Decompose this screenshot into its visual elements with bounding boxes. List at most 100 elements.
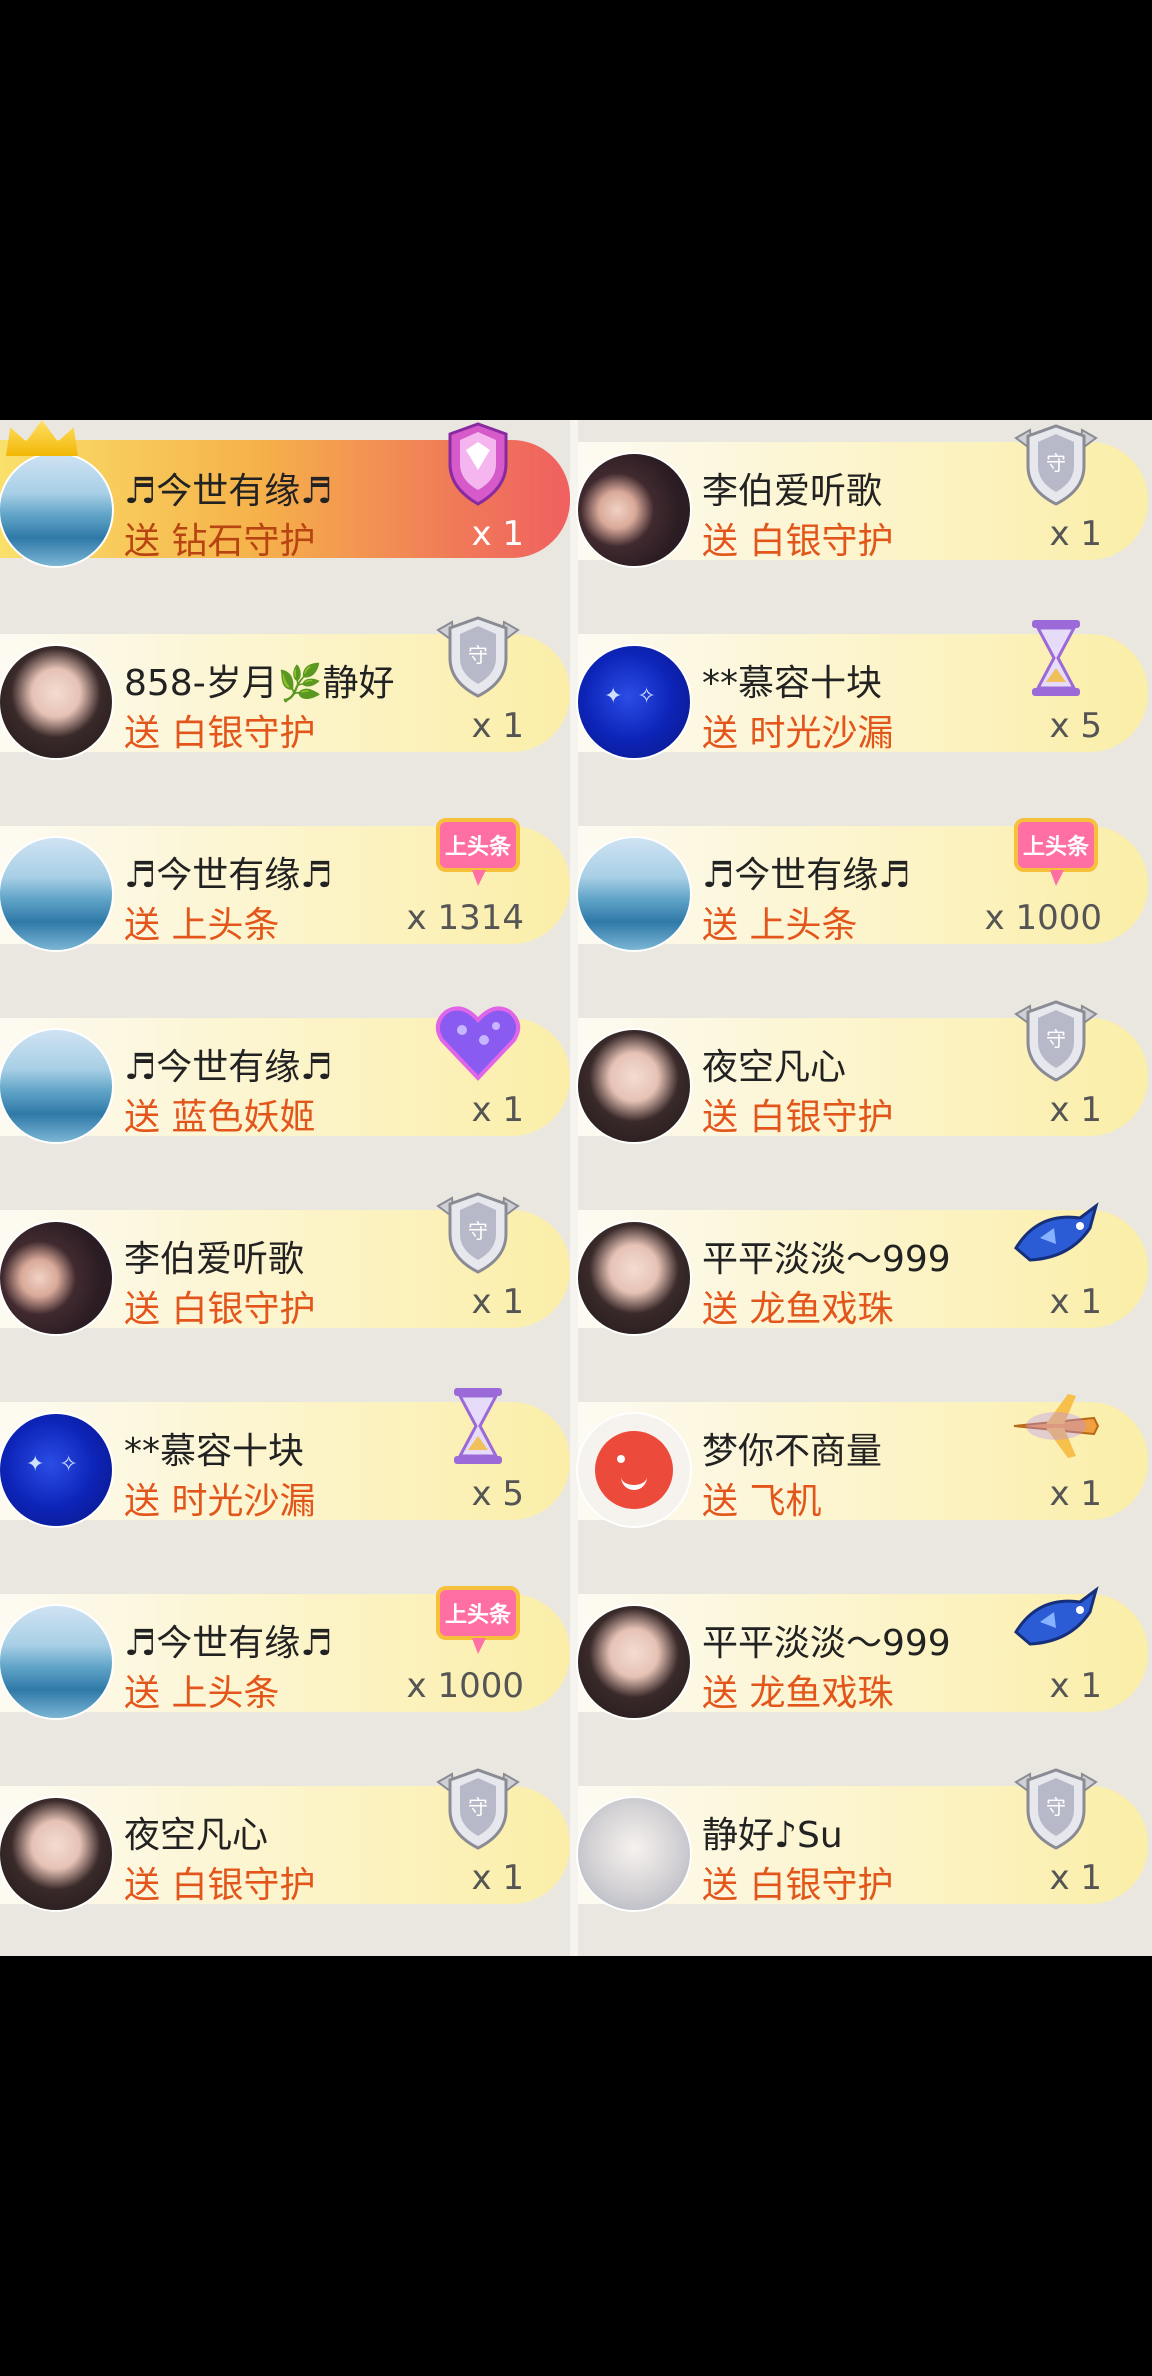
gift-count: x 5 [471,1474,524,1514]
svg-text:守: 守 [468,643,488,667]
gift-action-text: 送 上头条 [124,1673,280,1714]
avatar[interactable] [576,1796,692,1912]
crown-icon [6,420,78,456]
gift-action-text: 送 白银守护 [702,521,894,562]
gift-count: x 1000 [984,898,1102,938]
gift-count: x 1 [471,1858,524,1898]
avatar[interactable] [0,644,114,760]
gift-count: x 1 [1049,514,1102,554]
sender-name: ♬今世有缘♬ [702,855,911,896]
gift-action-text: 送 白银守护 [702,1865,894,1906]
gift-row-right-4[interactable]: 夜空凡心 送 白银守护 x 1 守 [576,996,1148,1146]
gift-action-text: 送 钻石守护 [124,521,316,562]
gift-action-text: 送 白银守护 [702,1097,894,1138]
sender-name: 静好♪Su [702,1815,843,1856]
gift-row-right-6[interactable]: 梦你不商量 送 飞机 x 1 [576,1380,1148,1530]
headline-icon: 上头条 [432,1572,524,1664]
sender-name: ♬今世有缘♬ [124,855,333,896]
avatar[interactable] [0,1604,114,1720]
gift-action-text: 送 白银守护 [124,1289,316,1330]
gift-row-left-7[interactable]: ♬今世有缘♬ 送 上头条 x 1000 上头条 [0,1572,570,1722]
gift-row-right-8[interactable]: 静好♪Su 送 白银守护 x 1 守 [576,1764,1148,1914]
gift-row-right-5[interactable]: 平平淡淡～999 送 龙鱼戏珠 x 1 [576,1188,1148,1338]
avatar[interactable] [576,1028,692,1144]
silver-guard-icon: 守 [432,612,524,704]
headline-icon: 上头条 [432,804,524,896]
gift-action-text: 送 蓝色妖姬 [124,1097,316,1138]
headline-icon: 上头条 [1010,804,1102,896]
avatar[interactable] [576,1604,692,1720]
sender-name: 梦你不商量 [702,1431,883,1472]
blue-heart-icon [432,996,524,1088]
svg-text:守: 守 [468,1795,488,1819]
svg-text:守: 守 [1046,1795,1066,1819]
gift-row-left-2[interactable]: 858-岁月🌿静好 送 白银守护 x 1 守 [0,612,570,762]
hourglass-icon [432,1380,524,1472]
gift-row-left-6[interactable]: **慕容十块 送 时光沙漏 x 5 [0,1380,570,1530]
svg-text:上头条: 上头条 [445,834,512,860]
svg-text:守: 守 [1046,1027,1066,1051]
gift-row-right-3[interactable]: ♬今世有缘♬ 送 上头条 x 1000 上头条 [576,804,1148,954]
avatar[interactable] [0,1028,114,1144]
red-smile-icon [595,1431,673,1509]
gift-row-left-4[interactable]: ♬今世有缘♬ 送 蓝色妖姬 x 1 [0,996,570,1146]
silver-guard-icon: 守 [1010,1764,1102,1856]
dragon-fish-icon [1010,1188,1102,1280]
svg-text:上头条: 上头条 [1023,834,1090,860]
gift-action-text: 送 白银守护 [124,1865,316,1906]
sender-name: ♬今世有缘♬ [124,1623,333,1664]
gift-row-left-3[interactable]: ♬今世有缘♬ 送 上头条 x 1314 上头条 [0,804,570,954]
gift-feed-panel: ♬今世有缘♬ 送 钻石守护 x 1 858-岁月🌿静好 送 白银守护 x 1 守… [0,420,1152,1956]
avatar[interactable] [0,452,114,568]
gift-count: x 1 [471,514,524,554]
gift-row-left-5[interactable]: 李伯爱听歌 送 白银守护 x 1 守 [0,1188,570,1338]
sender-name: 夜空凡心 [124,1815,269,1856]
gift-count: x 1 [1049,1282,1102,1322]
gift-count: x 1 [1049,1090,1102,1130]
gift-feed-right-column: 李伯爱听歌 送 白银守护 x 1 守 **慕容十块 送 时光沙漏 x 5 ♬今世… [576,420,1148,1956]
avatar[interactable] [576,836,692,952]
column-divider [570,420,578,1956]
svg-text:守: 守 [468,1219,488,1243]
gift-count: x 5 [1049,706,1102,746]
gift-action-text: 送 上头条 [124,905,280,946]
gift-action-text: 送 龙鱼戏珠 [702,1673,894,1714]
svg-text:上头条: 上头条 [445,1602,512,1628]
avatar[interactable] [0,1412,114,1528]
gift-count: x 1000 [406,1666,524,1706]
gift-row-right-1[interactable]: 李伯爱听歌 送 白银守护 x 1 守 [576,420,1148,570]
gift-count: x 1 [1049,1474,1102,1514]
avatar[interactable] [0,1220,114,1336]
sender-name: **慕容十块 [124,1431,305,1472]
gift-action-text: 送 时光沙漏 [124,1481,316,1522]
gift-count: x 1 [471,706,524,746]
gift-action-text: 送 上头条 [702,905,858,946]
svg-text:守: 守 [1046,451,1066,475]
diamond-guard-icon [432,420,524,512]
gift-action-text: 送 白银守护 [124,713,316,754]
sender-name: ♬今世有缘♬ [124,471,333,512]
avatar[interactable] [576,1220,692,1336]
hourglass-icon [1010,612,1102,704]
gift-row-right-7[interactable]: 平平淡淡～999 送 龙鱼戏珠 x 1 [576,1572,1148,1722]
gift-row-right-2[interactable]: **慕容十块 送 时光沙漏 x 5 [576,612,1148,762]
airplane-icon [1010,1380,1102,1472]
gift-count: x 1314 [406,898,524,938]
avatar[interactable] [576,1412,692,1528]
gift-feed-left-column: ♬今世有缘♬ 送 钻石守护 x 1 858-岁月🌿静好 送 白银守护 x 1 守… [0,420,570,1956]
gift-action-text: 送 龙鱼戏珠 [702,1289,894,1330]
gift-action-text: 送 飞机 [702,1481,822,1522]
dragon-fish-icon [1010,1572,1102,1664]
sender-name: 平平淡淡～999 [702,1239,951,1280]
avatar[interactable] [0,1796,114,1912]
sender-name: ♬今世有缘♬ [124,1047,333,1088]
sender-name: 李伯爱听歌 [702,471,883,512]
gift-row-left-1[interactable]: ♬今世有缘♬ 送 钻石守护 x 1 [0,420,570,570]
silver-guard-icon: 守 [1010,420,1102,512]
gift-row-left-8[interactable]: 夜空凡心 送 白银守护 x 1 守 [0,1764,570,1914]
avatar[interactable] [576,644,692,760]
avatar[interactable] [0,836,114,952]
avatar[interactable] [576,452,692,568]
silver-guard-icon: 守 [1010,996,1102,1088]
sender-name: 平平淡淡～999 [702,1623,951,1664]
